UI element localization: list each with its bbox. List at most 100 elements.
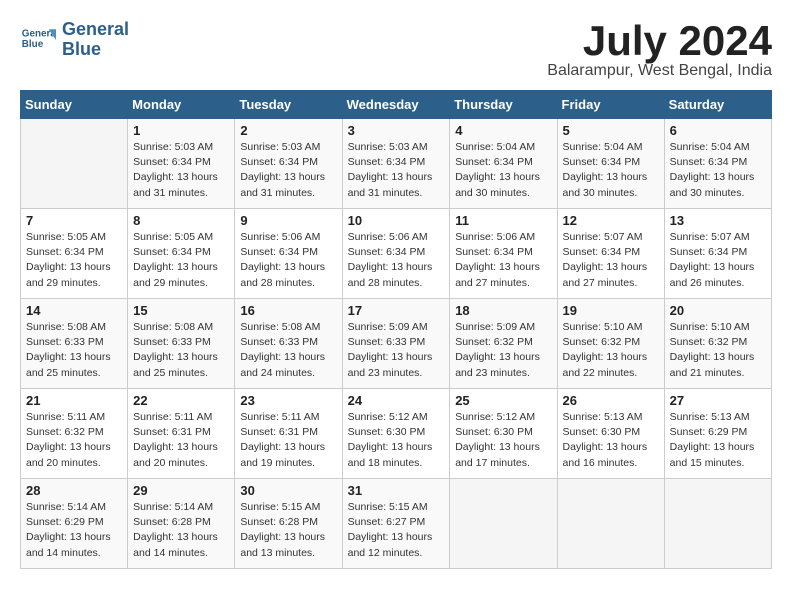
day-number: 17: [348, 303, 445, 318]
day-cell: 20Sunrise: 5:10 AM Sunset: 6:32 PM Dayli…: [664, 299, 771, 389]
day-number: 18: [455, 303, 551, 318]
day-number: 24: [348, 393, 445, 408]
page-header: General Blue General Blue July 2024 Bala…: [20, 20, 772, 80]
day-cell: 26Sunrise: 5:13 AM Sunset: 6:30 PM Dayli…: [557, 389, 664, 479]
day-cell: 4Sunrise: 5:04 AM Sunset: 6:34 PM Daylig…: [450, 119, 557, 209]
calendar-table: SundayMondayTuesdayWednesdayThursdayFrid…: [20, 90, 772, 569]
day-number: 30: [240, 483, 336, 498]
day-cell: 18 Sunrise: 5:09 AM Sunset: 6:32 PM Dayli…: [450, 299, 557, 389]
day-cell: 30 Sunrise: 5:15 AM Sunset: 6:28 PM Dayli…: [235, 479, 342, 569]
month-title: July 2024: [547, 20, 772, 62]
day-number: 1: [133, 123, 229, 138]
day-number: 4: [455, 123, 551, 138]
day-info: Sunrise: 5:03 AM Sunset: 6:34 PM Dayligh…: [240, 140, 336, 201]
day-info: Sunrise: 5:09 AM Sunset: 6:32 PM Dayligh…: [455, 320, 551, 381]
day-info: Sunrise: 5:15 AM Sunset: 6:28 PM Dayligh…: [240, 500, 336, 561]
day-number: 29: [133, 483, 229, 498]
header-day-thursday: Thursday: [450, 91, 557, 119]
day-info: Sunrise: 5:05 AM Sunset: 6:34 PM Dayligh…: [133, 230, 229, 291]
day-number: 31: [348, 483, 445, 498]
day-number: 19: [563, 303, 659, 318]
week-row-5: 28 Sunrise: 5:14 AM Sunset: 6:29 PM Dayli…: [21, 479, 772, 569]
day-cell: [450, 479, 557, 569]
day-cell: 5 Sunrise: 5:04 AM Sunset: 6:34 PM Daylig…: [557, 119, 664, 209]
day-info: Sunrise: 5:14 AM Sunset: 6:29 PM Dayligh…: [26, 500, 122, 561]
day-cell: 3 Sunrise: 5:03 AM Sunset: 6:34 PM Daylig…: [342, 119, 450, 209]
day-number: 8: [133, 213, 229, 228]
day-cell: 7Sunrise: 5:05 AM Sunset: 6:34 PM Daylig…: [21, 209, 128, 299]
day-cell: 16Sunrise: 5:08 AM Sunset: 6:33 PM Dayli…: [235, 299, 342, 389]
logo-icon: General Blue: [20, 22, 56, 58]
day-cell: 27 Sunrise: 5:13 AM Sunset: 6:29 PM Dayli…: [664, 389, 771, 479]
header-day-tuesday: Tuesday: [235, 91, 342, 119]
header-day-saturday: Saturday: [664, 91, 771, 119]
location: Balarampur, West Bengal, India: [547, 62, 772, 80]
day-number: 26: [563, 393, 659, 408]
logo-text-line2: Blue: [62, 40, 129, 60]
day-number: 2: [240, 123, 336, 138]
day-info: Sunrise: 5:11 AM Sunset: 6:31 PM Dayligh…: [240, 410, 336, 471]
logo-text-line1: General: [62, 20, 129, 40]
day-info: Sunrise: 5:12 AM Sunset: 6:30 PM Dayligh…: [348, 410, 445, 471]
day-cell: [664, 479, 771, 569]
day-info: Sunrise: 5:11 AM Sunset: 6:31 PM Dayligh…: [133, 410, 229, 471]
day-cell: 25Sunrise: 5:12 AM Sunset: 6:30 PM Dayli…: [450, 389, 557, 479]
week-row-2: 7 Sunrise: 5:05 AM Sunset: 6:34 PM Daylig…: [21, 209, 772, 299]
day-cell: 6 Sunrise: 5:04 AM Sunset: 6:34 PM Daylig…: [664, 119, 771, 209]
header-day-wednesday: Wednesday: [342, 91, 450, 119]
day-cell: 9Sunrise: 5:06 AM Sunset: 6:34 PM Daylig…: [235, 209, 342, 299]
header-day-friday: Friday: [557, 91, 664, 119]
day-cell: 15 Sunrise: 5:08 AM Sunset: 6:33 PM Dayli…: [128, 299, 235, 389]
day-info: Sunrise: 5:07 AM Sunset: 6:34 PM Dayligh…: [670, 230, 766, 291]
day-info: Sunrise: 5:07 AM Sunset: 6:34 PM Dayligh…: [563, 230, 659, 291]
day-cell: 1 Sunrise: 5:03 AM Sunset: 6:34 PM Daylig…: [128, 119, 235, 209]
day-info: Sunrise: 5:11 AM Sunset: 6:32 PM Dayligh…: [26, 410, 122, 471]
day-number: 7: [26, 213, 122, 228]
day-info: Sunrise: 5:06 AM Sunset: 6:34 PM Dayligh…: [348, 230, 445, 291]
day-number: 25: [455, 393, 551, 408]
day-cell: 2 Sunrise: 5:03 AM Sunset: 6:34 PM Daylig…: [235, 119, 342, 209]
header-row: SundayMondayTuesdayWednesdayThursdayFrid…: [21, 91, 772, 119]
day-info: Sunrise: 5:14 AM Sunset: 6:28 PM Dayligh…: [133, 500, 229, 561]
day-number: 15: [133, 303, 229, 318]
day-number: 14: [26, 303, 122, 318]
day-number: 23: [240, 393, 336, 408]
day-number: 28: [26, 483, 122, 498]
day-number: 27: [670, 393, 766, 408]
day-cell: 31 Sunrise: 5:15 AM Sunset: 6:27 PM Dayli…: [342, 479, 450, 569]
calendar-body: 1 Sunrise: 5:03 AM Sunset: 6:34 PM Daylig…: [21, 119, 772, 569]
day-info: Sunrise: 5:09 AM Sunset: 6:33 PM Dayligh…: [348, 320, 445, 381]
day-cell: 13 Sunrise: 5:07 AM Sunset: 6:34 PM Dayli…: [664, 209, 771, 299]
day-info: Sunrise: 5:04 AM Sunset: 6:34 PM Dayligh…: [670, 140, 766, 201]
day-info: Sunrise: 5:04 AM Sunset: 6:34 PM Dayligh…: [563, 140, 659, 201]
day-number: 13: [670, 213, 766, 228]
day-cell: 29 Sunrise: 5:14 AM Sunset: 6:28 PM Dayli…: [128, 479, 235, 569]
day-cell: 23 Sunrise: 5:11 AM Sunset: 6:31 PM Dayli…: [235, 389, 342, 479]
day-number: 16: [240, 303, 336, 318]
day-info: Sunrise: 5:13 AM Sunset: 6:29 PM Dayligh…: [670, 410, 766, 471]
day-info: Sunrise: 5:06 AM Sunset: 6:34 PM Dayligh…: [240, 230, 336, 291]
day-number: 6: [670, 123, 766, 138]
day-cell: 10Sunrise: 5:06 AM Sunset: 6:34 PM Dayli…: [342, 209, 450, 299]
header-day-sunday: Sunday: [21, 91, 128, 119]
day-number: 21: [26, 393, 122, 408]
day-info: Sunrise: 5:03 AM Sunset: 6:34 PM Dayligh…: [133, 140, 229, 201]
title-section: July 2024 Balarampur, West Bengal, India: [547, 20, 772, 80]
day-cell: 22 Sunrise: 5:11 AM Sunset: 6:31 PM Dayli…: [128, 389, 235, 479]
day-info: Sunrise: 5:10 AM Sunset: 6:32 PM Dayligh…: [563, 320, 659, 381]
day-cell: 28 Sunrise: 5:14 AM Sunset: 6:29 PM Dayli…: [21, 479, 128, 569]
day-number: 22: [133, 393, 229, 408]
day-info: Sunrise: 5:08 AM Sunset: 6:33 PM Dayligh…: [133, 320, 229, 381]
day-number: 11: [455, 213, 551, 228]
day-info: Sunrise: 5:06 AM Sunset: 6:34 PM Dayligh…: [455, 230, 551, 291]
day-number: 5: [563, 123, 659, 138]
svg-text:Blue: Blue: [22, 39, 44, 50]
day-cell: [21, 119, 128, 209]
week-row-3: 14 Sunrise: 5:08 AM Sunset: 6:33 PM Dayli…: [21, 299, 772, 389]
day-cell: 11 Sunrise: 5:06 AM Sunset: 6:34 PM Dayli…: [450, 209, 557, 299]
day-number: 12: [563, 213, 659, 228]
day-info: Sunrise: 5:08 AM Sunset: 6:33 PM Dayligh…: [26, 320, 122, 381]
day-number: 3: [348, 123, 445, 138]
day-info: Sunrise: 5:15 AM Sunset: 6:27 PM Dayligh…: [348, 500, 445, 561]
day-info: Sunrise: 5:03 AM Sunset: 6:34 PM Dayligh…: [348, 140, 445, 201]
